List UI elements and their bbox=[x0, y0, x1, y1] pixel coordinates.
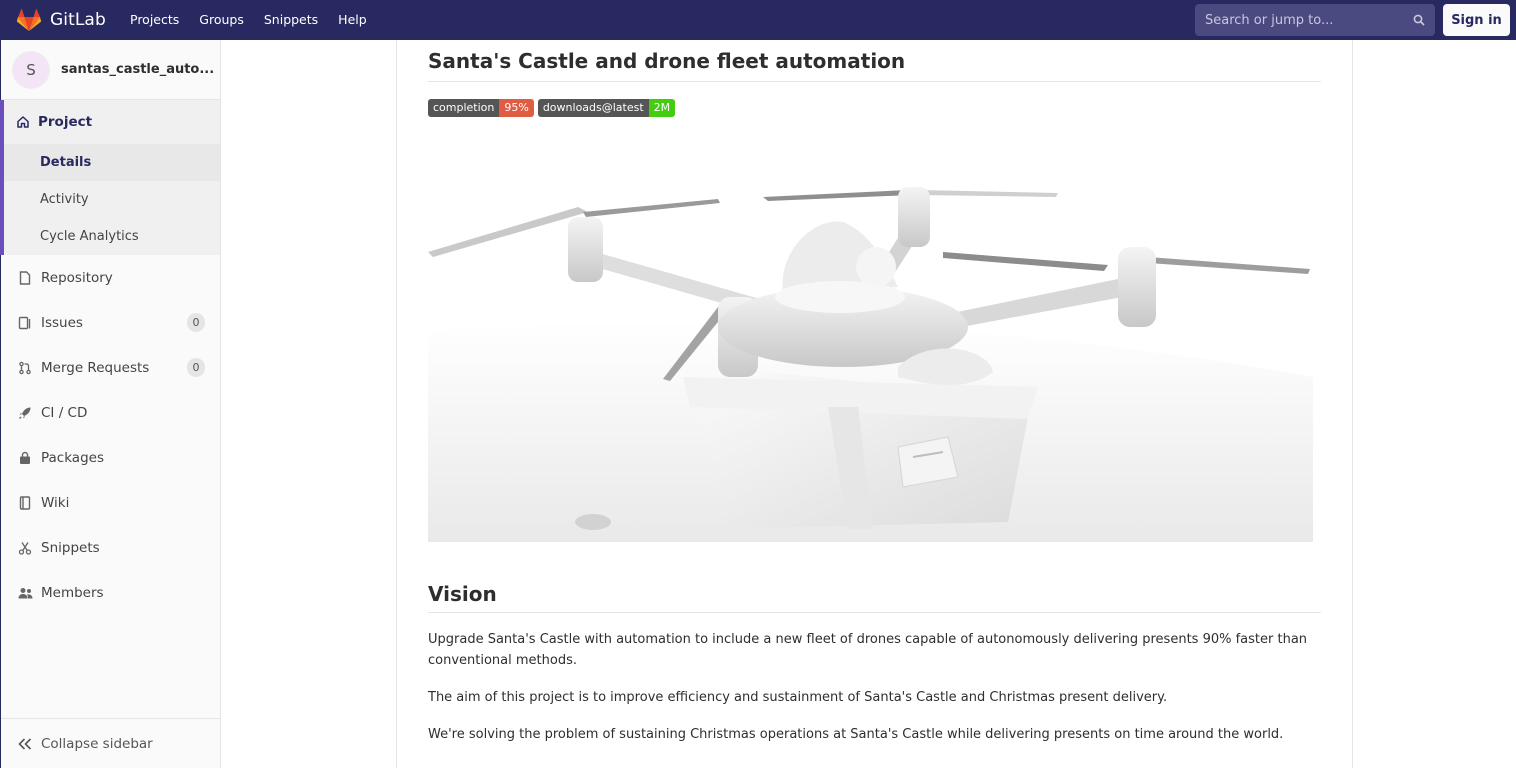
issues-icon bbox=[17, 315, 33, 331]
merge-request-icon bbox=[17, 360, 33, 376]
badge-value: 2M bbox=[648, 99, 676, 117]
sidebar-item-label: Merge Requests bbox=[41, 359, 150, 376]
badge-key: completion bbox=[428, 99, 500, 117]
sidebar-item-ci-cd[interactable]: CI / CD bbox=[1, 390, 220, 435]
completion-badge[interactable]: completion 95% bbox=[428, 99, 534, 117]
sidebar-item-packages[interactable]: Packages bbox=[1, 435, 220, 480]
downloads-badge[interactable]: downloads@latest 2M bbox=[537, 99, 676, 117]
sidebar-item-members[interactable]: Members bbox=[1, 570, 220, 615]
sidebar-item-project-label: Project bbox=[38, 114, 93, 130]
drone-gift-image bbox=[428, 157, 1313, 547]
sidebar-item-merge-requests[interactable]: Merge Requests 0 bbox=[1, 345, 220, 390]
rocket-icon bbox=[17, 405, 33, 421]
issues-count-badge: 0 bbox=[187, 313, 205, 332]
document-icon bbox=[17, 270, 33, 286]
project-name: santas_castle_auto... bbox=[61, 62, 215, 77]
project-avatar: S bbox=[12, 50, 50, 89]
package-icon bbox=[17, 450, 33, 466]
readme-container: Santa's Castle and drone fleet automatio… bbox=[396, 40, 1353, 768]
sidebar-item-label: CI / CD bbox=[41, 404, 88, 421]
merge-requests-count-badge: 0 bbox=[187, 358, 205, 377]
nav-link-groups[interactable]: Groups bbox=[189, 0, 254, 40]
sidebar-item-label: Repository bbox=[41, 269, 113, 286]
book-icon bbox=[17, 495, 33, 511]
gitlab-tanuki-icon bbox=[16, 8, 42, 31]
badge-key: downloads@latest bbox=[537, 99, 649, 117]
collapse-sidebar-label: Collapse sidebar bbox=[41, 735, 153, 752]
sidebar-item-repository[interactable]: Repository bbox=[1, 255, 220, 300]
search-input[interactable] bbox=[1205, 12, 1413, 28]
search-box bbox=[1195, 4, 1435, 36]
home-icon bbox=[17, 116, 29, 128]
sidebar-item-issues[interactable]: Issues 0 bbox=[1, 300, 220, 345]
badges-row: completion 95% downloads@latest 2M bbox=[428, 99, 1321, 117]
readme-title: Santa's Castle and drone fleet automatio… bbox=[428, 40, 1321, 82]
project-sidebar: S santas_castle_auto... Project Details … bbox=[0, 40, 221, 768]
nav-link-help[interactable]: Help bbox=[328, 0, 377, 40]
sign-in-button[interactable]: Sign in bbox=[1443, 4, 1510, 36]
vision-paragraph-1: Upgrade Santa's Castle with automation t… bbox=[428, 632, 1308, 668]
vision-paragraph-2: The aim of this project is to improve ef… bbox=[428, 690, 1168, 705]
sidebar-item-snippets[interactable]: Snippets bbox=[1, 525, 220, 570]
nav-link-projects[interactable]: Projects bbox=[120, 0, 189, 40]
sidebar-item-label: Issues bbox=[41, 314, 83, 331]
search-icon[interactable] bbox=[1413, 14, 1425, 26]
top-navbar: GitLab Projects Groups Snippets Help Sig… bbox=[0, 0, 1516, 40]
sidebar-item-label: Members bbox=[41, 584, 104, 601]
vision-heading: Vision bbox=[428, 582, 1321, 613]
badge-value: 95% bbox=[499, 99, 534, 117]
sidebar-subitem-cycle-analytics[interactable]: Cycle Analytics bbox=[4, 218, 220, 255]
vision-paragraph-3: We're solving the problem of sustaining … bbox=[428, 727, 1284, 742]
users-icon bbox=[17, 585, 33, 601]
sidebar-item-label: Wiki bbox=[41, 494, 70, 511]
double-chevron-left-icon bbox=[18, 737, 32, 750]
collapse-sidebar-button[interactable]: Collapse sidebar bbox=[1, 718, 220, 768]
brand-name: GitLab bbox=[50, 10, 106, 30]
scissors-icon bbox=[17, 540, 33, 556]
sidebar-item-project[interactable]: Project bbox=[4, 100, 220, 144]
project-context-header[interactable]: S santas_castle_auto... bbox=[1, 40, 220, 100]
nav-links: Projects Groups Snippets Help bbox=[120, 0, 377, 40]
sidebar-item-label: Packages bbox=[41, 449, 104, 466]
sidebar-item-label: Snippets bbox=[41, 539, 100, 556]
nav-link-snippets[interactable]: Snippets bbox=[254, 0, 328, 40]
gitlab-logo[interactable]: GitLab bbox=[16, 7, 106, 33]
sidebar-item-wiki[interactable]: Wiki bbox=[1, 480, 220, 525]
readme-article: Santa's Castle and drone fleet automatio… bbox=[428, 40, 1321, 745]
sidebar-subitem-activity[interactable]: Activity bbox=[4, 181, 220, 218]
project-nav-section: Project Details Activity Cycle Analytics bbox=[0, 100, 220, 255]
sidebar-subitem-details[interactable]: Details bbox=[4, 144, 220, 181]
